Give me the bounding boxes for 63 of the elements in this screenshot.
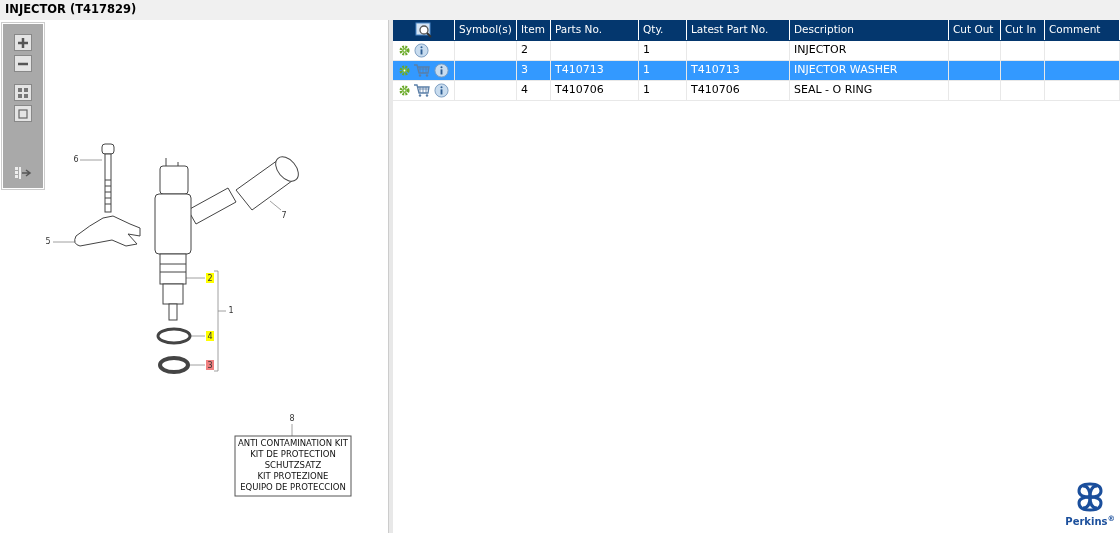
kit-note-line: KIT PROTEZIONE xyxy=(257,471,329,481)
export-icon[interactable] xyxy=(13,164,33,181)
callout-number[interactable]: 4 xyxy=(206,331,214,341)
callout-number: 1 xyxy=(228,306,234,315)
leader-line xyxy=(79,159,103,161)
callout-number: 7 xyxy=(281,211,287,220)
leader-line xyxy=(291,423,293,437)
column-header[interactable]: Qty. xyxy=(639,20,687,40)
callout-number[interactable]: 3 xyxy=(206,360,214,370)
grid-view-icon[interactable] xyxy=(14,84,32,101)
bolt-drawing xyxy=(101,143,115,213)
table-cell: SEAL - O RING xyxy=(794,82,873,99)
fit-view-icon[interactable] xyxy=(14,105,32,122)
search-icon[interactable] xyxy=(414,22,433,38)
leader-line xyxy=(189,335,206,337)
cart-icon[interactable] xyxy=(414,84,430,97)
column-header[interactable]: Cut In xyxy=(1001,20,1045,40)
brand-name: Perkins$^{®}$ xyxy=(1065,514,1115,529)
window-title: INJECTOR (T417829) xyxy=(5,1,137,19)
table-cell: 1 xyxy=(643,62,650,79)
info-icon[interactable] xyxy=(414,43,429,58)
leader-line xyxy=(269,200,282,211)
kit-note-line: ANTI CONTAMINATION KIT xyxy=(238,438,348,448)
info-icon[interactable] xyxy=(434,63,449,78)
column-header[interactable]: Description xyxy=(790,20,949,40)
leader-line xyxy=(187,364,206,366)
table-cell: 4 xyxy=(521,82,528,99)
washer-drawing xyxy=(156,327,192,345)
column-header[interactable]: Item xyxy=(517,20,551,40)
sleeve-drawing xyxy=(235,156,299,211)
column-header[interactable]: Symbol(s) xyxy=(455,20,517,40)
kit-note-line: EQUIPO DE PROTECCION xyxy=(240,482,346,492)
table-cell: INJECTOR WASHER xyxy=(794,62,898,79)
column-header[interactable]: Latest Part No. xyxy=(687,20,790,40)
table-row[interactable]: 4 T410706 1 T410706 SEAL - O RING xyxy=(393,81,1120,101)
gear-icon[interactable] xyxy=(399,45,410,56)
leader-line xyxy=(185,277,206,279)
leader-line xyxy=(52,241,77,243)
clamp-drawing xyxy=(74,215,141,247)
table-cell: 2 xyxy=(521,42,528,59)
table-cell: T410713 xyxy=(555,62,604,79)
callout-number: 6 xyxy=(73,155,79,164)
zoom-in-icon[interactable] xyxy=(14,34,32,51)
table-cell: INJECTOR xyxy=(794,42,847,59)
table-cell: 3 xyxy=(521,62,528,79)
callout-number: 5 xyxy=(45,237,51,246)
kit-note-line: SCHUTZSATZ xyxy=(264,460,322,470)
table-row[interactable]: 2 1 INJECTOR xyxy=(393,41,1120,61)
table-cell: 1 xyxy=(643,82,650,99)
zoom-out-icon[interactable] xyxy=(14,55,32,72)
table-cell: T410706 xyxy=(555,82,604,99)
callout-number: 8 xyxy=(289,414,295,423)
table-cell: T410706 xyxy=(691,82,740,99)
column-header[interactable]: Comment xyxy=(1045,20,1120,40)
column-header[interactable]: Cut Out xyxy=(949,20,1001,40)
gear-icon[interactable] xyxy=(399,85,410,96)
kit-note-line: KIT DE PROTECTION xyxy=(250,449,336,459)
table-cell: 1 xyxy=(643,42,650,59)
column-header[interactable]: Parts No. xyxy=(551,20,639,40)
table-cell: T410713 xyxy=(691,62,740,79)
callout-number[interactable]: 2 xyxy=(206,273,214,283)
seal-ring-drawing xyxy=(158,356,190,374)
info-icon[interactable] xyxy=(434,83,449,98)
